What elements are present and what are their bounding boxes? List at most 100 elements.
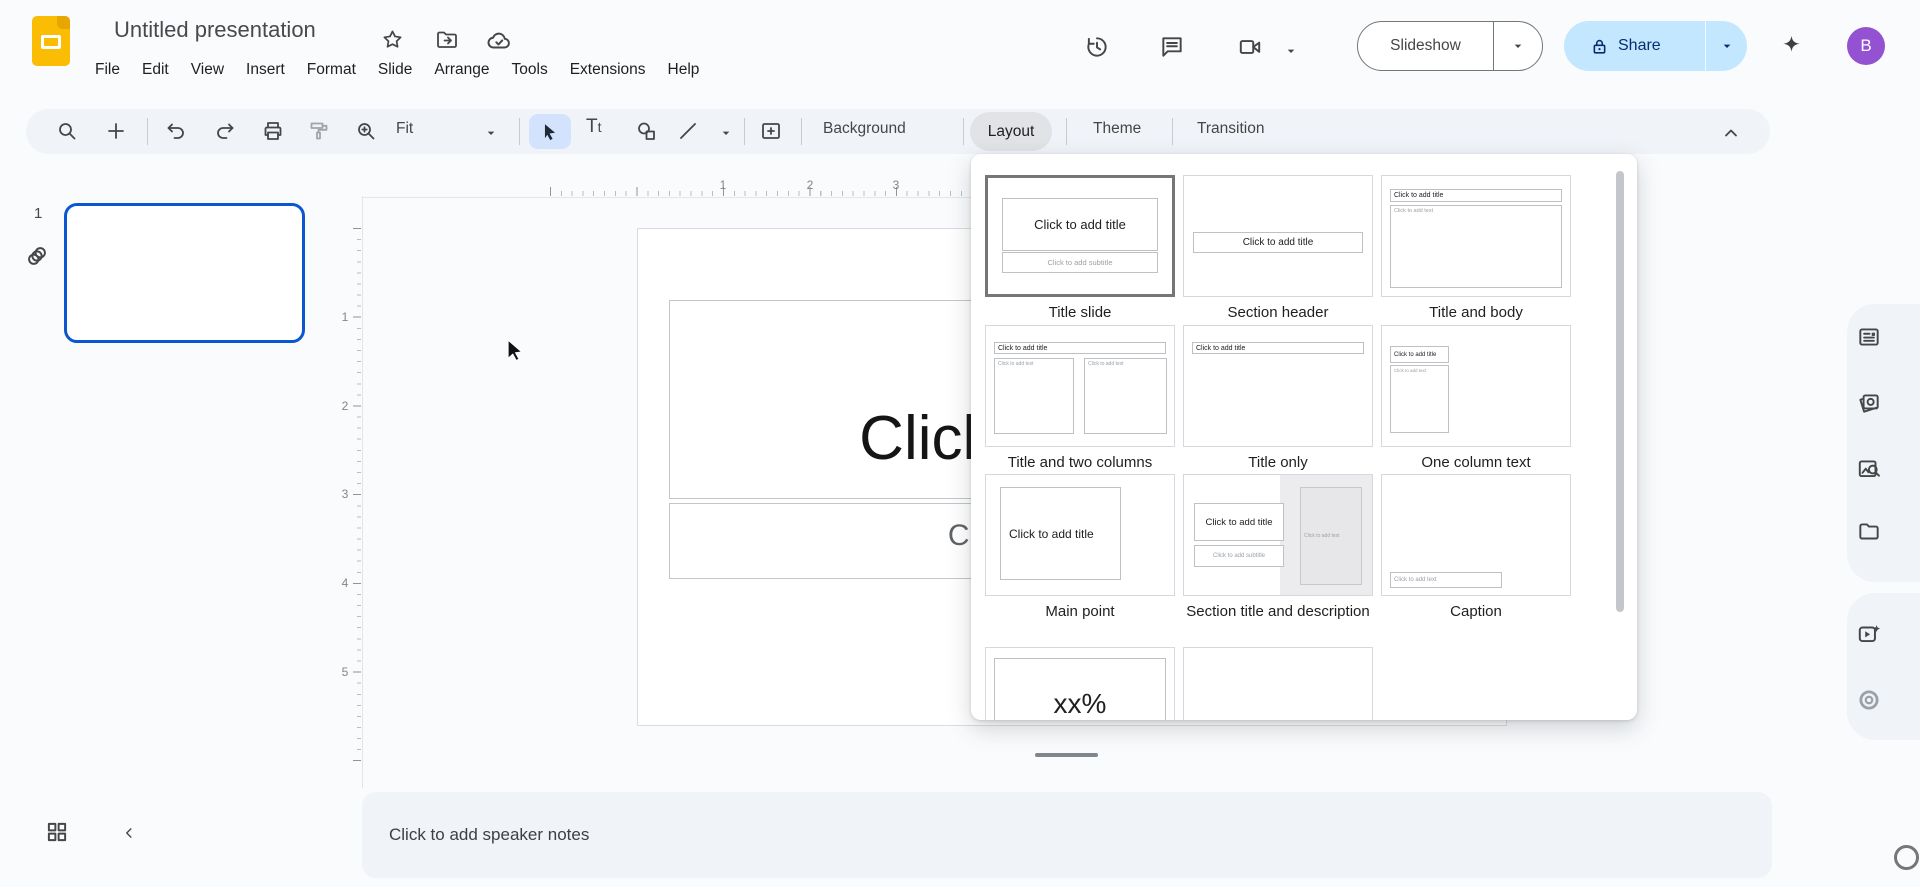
zoom-fit-select[interactable]: Fit — [396, 120, 413, 138]
slide-1-thumbnail[interactable] — [64, 203, 305, 343]
share-caret-icon — [1723, 44, 1730, 48]
menu-edit[interactable]: Edit — [131, 58, 180, 82]
transition-button[interactable]: Transition — [1197, 120, 1264, 138]
comments-icon[interactable] — [1159, 34, 1185, 60]
collapse-toolbar-icon[interactable] — [1719, 121, 1743, 145]
drive-folder-icon[interactable] — [1856, 519, 1882, 545]
mini-column-box: Click to add text — [1390, 365, 1449, 433]
layout-option-caption[interactable]: Click to add text Caption — [1381, 474, 1571, 621]
theme-button[interactable]: Theme — [1093, 120, 1141, 138]
filmstrip-canvas-divider — [362, 196, 363, 788]
undo-icon[interactable] — [164, 119, 188, 143]
slideshow-button-group: Slideshow — [1357, 21, 1543, 71]
spinner-ring-icon — [1894, 845, 1919, 870]
line-tool-caret-icon[interactable] — [718, 125, 734, 141]
menu-arrange[interactable]: Arrange — [423, 58, 500, 82]
menu-tools[interactable]: Tools — [501, 58, 559, 82]
meet-camera-icon[interactable] — [1237, 34, 1263, 60]
shapes-tool-icon[interactable] — [634, 119, 658, 143]
h-ruler-number: 3 — [892, 178, 900, 192]
image-search-icon[interactable] — [1856, 456, 1882, 482]
layout-option-one-column-text[interactable]: Click to add title Click to add text One… — [1381, 325, 1571, 472]
mini-title-box: Click to add title — [1194, 503, 1284, 541]
star-icon[interactable] — [381, 28, 404, 51]
share-dropdown-button[interactable] — [1706, 38, 1747, 54]
layout-option-title-slide[interactable]: Click to add title Click to add subtitle… — [985, 175, 1175, 322]
layout-option-big-number[interactable]: xx% — [985, 647, 1175, 720]
record-icon[interactable] — [1856, 687, 1882, 713]
redo-icon[interactable] — [213, 119, 237, 143]
slideshow-dropdown-button[interactable] — [1494, 38, 1542, 54]
menubar: File Edit View Insert Format Slide Arran… — [84, 58, 710, 82]
menu-slide[interactable]: Slide — [367, 58, 423, 82]
layout-button[interactable]: Layout — [970, 112, 1052, 151]
layout-thumbnail: Click to add title Click to add text — [1381, 175, 1571, 297]
document-title[interactable]: Untitled presentation — [114, 17, 316, 43]
h-ruler-number: 2 — [806, 178, 814, 192]
mini-title-box: Click to add title — [994, 342, 1166, 354]
layout-option-blank[interactable] — [1183, 647, 1373, 720]
menu-insert[interactable]: Insert — [235, 58, 296, 82]
paint-format-icon[interactable] — [307, 119, 331, 143]
layout-option-main-point[interactable]: Click to add title Main point — [985, 474, 1175, 621]
speaker-notes-input[interactable]: Click to add speaker notes — [362, 792, 1772, 878]
avatar[interactable]: B — [1847, 27, 1885, 65]
notes-resize-handle[interactable] — [1035, 753, 1098, 757]
toolbar-divider — [519, 118, 520, 145]
layout-label: Title only — [1248, 454, 1308, 471]
background-button[interactable]: Background — [823, 120, 906, 138]
toolbar-divider — [1172, 118, 1173, 145]
layout-option-title-only[interactable]: Click to add title Title only — [1183, 325, 1373, 472]
line-tool-icon[interactable] — [676, 119, 700, 143]
mouse-cursor — [507, 339, 524, 361]
toolbar-divider — [147, 118, 148, 145]
print-icon[interactable] — [261, 119, 285, 143]
layout-label: Main point — [1045, 603, 1115, 620]
collapse-filmstrip-icon[interactable] — [120, 824, 138, 842]
photos-icon[interactable] — [1856, 390, 1882, 416]
camera-dropdown-caret-icon[interactable] — [1283, 43, 1299, 59]
slide-status-icon — [28, 247, 46, 265]
layout-option-title-and-body[interactable]: Click to add title Click to add text Tit… — [1381, 175, 1571, 322]
mini-title-box: Click to add title — [1192, 342, 1364, 354]
menu-view[interactable]: View — [180, 58, 235, 82]
layout-label: Section title and description — [1186, 603, 1370, 620]
slide-number: 1 — [34, 205, 43, 222]
templates-icon[interactable] — [1856, 324, 1882, 350]
mini-column-box: Click to add text — [994, 358, 1074, 434]
vids-icon[interactable] — [1856, 621, 1882, 647]
slideshow-button[interactable]: Slideshow — [1358, 37, 1493, 55]
cloud-saved-icon[interactable] — [486, 28, 512, 54]
layout-option-title-and-two-columns[interactable]: Click to add title Click to add text Cli… — [985, 325, 1175, 472]
search-menus-icon[interactable] — [55, 119, 79, 143]
menu-format[interactable]: Format — [296, 58, 367, 82]
v-ruler-number: 4 — [341, 576, 349, 590]
layout-label: One column text — [1421, 454, 1531, 471]
layout-thumbnail: Click to add title — [985, 474, 1175, 596]
slides-logo[interactable] — [32, 16, 70, 66]
gemini-sparkle-icon[interactable] — [1778, 33, 1805, 60]
layout-label: Caption — [1450, 603, 1502, 620]
mini-subtitle-box: Click to add subtitle — [1002, 252, 1158, 273]
menu-extensions[interactable]: Extensions — [559, 58, 657, 82]
layout-option-section-header[interactable]: Click to add title Section header — [1183, 175, 1373, 322]
menu-help[interactable]: Help — [657, 58, 711, 82]
ruler-baseline — [362, 197, 971, 198]
layout-picker-panel: Click to add title Click to add subtitle… — [971, 154, 1637, 720]
toolbar-divider — [1066, 118, 1067, 145]
move-folder-icon[interactable] — [435, 28, 459, 52]
zoom-in-icon[interactable] — [354, 119, 378, 143]
grid-view-icon[interactable] — [44, 819, 70, 845]
select-tool-button[interactable] — [529, 114, 571, 149]
logo-window — [41, 35, 61, 49]
textbox-tool-icon[interactable]: Tt — [586, 116, 602, 138]
menu-file[interactable]: File — [84, 58, 131, 82]
new-slide-icon[interactable] — [104, 119, 128, 143]
insert-placeholder-icon[interactable] — [759, 119, 783, 143]
version-history-icon[interactable] — [1084, 34, 1110, 60]
zoom-fit-caret-icon[interactable] — [483, 125, 499, 141]
layout-option-section-title-and-description[interactable]: Click to add text Click to add title Cli… — [1183, 474, 1373, 621]
slideshow-caret-icon — [1514, 44, 1522, 48]
share-button[interactable]: Share — [1564, 37, 1705, 56]
panel-scrollbar[interactable] — [1616, 171, 1624, 612]
